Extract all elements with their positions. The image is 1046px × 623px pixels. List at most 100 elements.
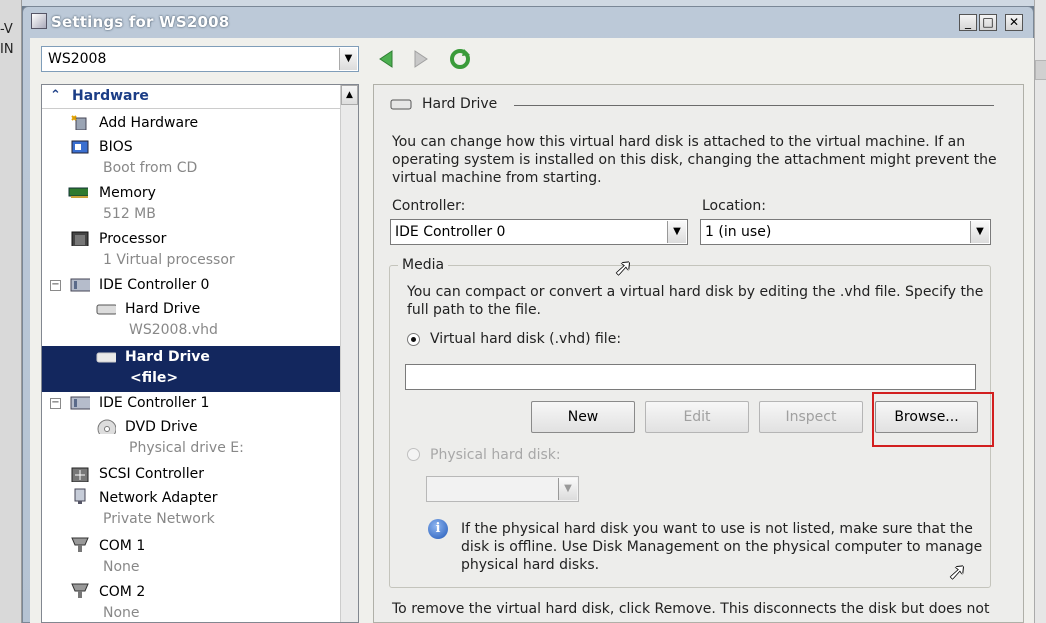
tree-item-scsi-controller[interactable]: SCSI Controller [42, 463, 340, 487]
edit-button[interactable]: Edit [645, 401, 749, 433]
panel-header: Hard Drive [386, 95, 1006, 115]
chevron-down-icon[interactable]: ▼ [558, 478, 577, 500]
close-button[interactable]: ✕ [1005, 14, 1023, 31]
remove-description: To remove the virtual hard disk, click R… [392, 601, 990, 617]
panel-title: Hard Drive [422, 96, 498, 112]
tree-item-label: SCSI Controller [99, 466, 204, 482]
collapse-icon[interactable]: − [50, 398, 61, 409]
description-line: You can change how this virtual hard dis… [392, 134, 966, 150]
chevron-down-icon[interactable]: ▼ [339, 48, 357, 70]
hard-drive-icon [96, 304, 116, 315]
hardware-tree[interactable]: ⌃ Hardware Add Hardware BIOS Boot from C… [41, 84, 359, 623]
description-line: operating system is installed on this di… [392, 152, 997, 168]
refresh-icon[interactable] [448, 47, 472, 71]
controller-value: IDE Controller 0 [395, 224, 506, 240]
browse-highlight [872, 392, 994, 447]
controller-select[interactable]: IDE Controller 0 ▼ [390, 219, 688, 245]
outer-left-strip: -V IN [0, 0, 22, 623]
tree-item-ide-controller-1[interactable]: − IDE Controller 1 [42, 392, 340, 416]
outer-scroll-thumb[interactable] [1035, 60, 1046, 80]
mouse-cursor-icon: ➚ [948, 560, 967, 585]
tree-item-sublabel: <file> [130, 370, 179, 386]
tree-item-sublabel: None [103, 605, 140, 621]
outer-right-strip [1034, 0, 1046, 623]
hardware-section-title: Hardware [72, 88, 149, 104]
tree-item-network-adapter[interactable]: Network Adapter Private Network [42, 487, 340, 533]
hardware-section-header[interactable]: ⌃ Hardware [42, 85, 340, 109]
physical-disk-radio[interactable] [407, 448, 420, 461]
maximize-button[interactable]: □ [979, 14, 997, 31]
location-label: Location: [702, 198, 766, 214]
tree-scrollbar[interactable]: ▲ [340, 85, 358, 622]
dvd-icon [97, 419, 116, 434]
settings-icon [31, 13, 47, 29]
chevron-down-icon[interactable]: ▼ [970, 221, 989, 243]
chevron-down-icon[interactable]: ▼ [667, 221, 686, 243]
minimize-button[interactable]: _ [959, 14, 977, 31]
vm-selector[interactable]: WS2008 ▼ [41, 46, 359, 72]
location-select[interactable]: 1 (in use) ▼ [700, 219, 991, 245]
vhd-radio[interactable] [407, 333, 420, 346]
collapse-icon[interactable]: ⌃ [50, 88, 61, 103]
tree-item-sublabel: 1 Virtual processor [103, 252, 235, 268]
info-text-line: disk is offline. Use Disk Management on … [461, 539, 983, 555]
tree-item-sublabel: Private Network [103, 511, 215, 527]
tree-item-hard-drive-selected[interactable]: Hard Drive <file> [42, 346, 340, 392]
tree-item-label: BIOS [99, 139, 133, 155]
tree-item-bios[interactable]: BIOS Boot from CD [42, 136, 340, 182]
vhd-path-input[interactable] [405, 364, 976, 390]
media-description-line: full path to the file. [407, 302, 542, 318]
title-bar[interactable]: Settings for WS2008 _ □ ✕ [23, 7, 1033, 37]
description-line: virtual machine from starting. [392, 170, 602, 186]
tree-item-label: Hard Drive [125, 349, 210, 365]
controller-label: Controller: [392, 198, 466, 214]
memory-icon [68, 187, 88, 198]
tree-item-label: Hard Drive [125, 301, 201, 317]
collapse-icon[interactable]: − [50, 280, 61, 291]
tree-item-add-hardware[interactable]: Add Hardware [42, 112, 340, 136]
com-port-icon [71, 537, 89, 552]
tree-item-label: Add Hardware [99, 115, 199, 131]
tree-item-com-2[interactable]: COM 2 None [42, 581, 340, 622]
window-title: Settings for WS2008 [51, 13, 230, 31]
tree-item-label: IDE Controller 1 [99, 395, 210, 411]
new-button[interactable]: New [531, 401, 635, 433]
tree-item-processor[interactable]: Processor 1 Virtual processor [42, 228, 340, 274]
tree-item-sublabel: Physical drive E: [129, 440, 244, 456]
tree-item-label: COM 2 [99, 584, 146, 600]
location-value: 1 (in use) [705, 224, 772, 240]
tree-item-sublabel: 512 MB [103, 206, 156, 222]
hard-drive-settings-panel: Hard Drive You can change how this virtu… [373, 84, 1024, 623]
tree-item-sublabel: WS2008.vhd [129, 322, 218, 338]
bios-icon [71, 140, 89, 154]
forward-arrow-icon[interactable] [413, 49, 429, 69]
network-adapter-icon [74, 488, 86, 504]
tree-item-memory[interactable]: Memory 512 MB [42, 182, 340, 228]
physical-disk-select[interactable]: ▼ [426, 476, 579, 502]
hard-drive-icon [390, 99, 412, 110]
media-legend: Media [398, 257, 449, 273]
outer-label: IN [0, 42, 14, 57]
vm-selector-value: WS2008 [48, 51, 107, 67]
back-arrow-icon[interactable] [378, 49, 394, 69]
scsi-controller-icon [71, 467, 89, 482]
tree-item-ide-controller-0[interactable]: − IDE Controller 0 [42, 274, 340, 298]
info-text-line: physical hard disks. [461, 557, 600, 573]
header-divider [514, 105, 994, 106]
tree-item-dvd-drive[interactable]: DVD Drive Physical drive E: [42, 416, 340, 462]
tree-item-label: IDE Controller 0 [99, 277, 210, 293]
inspect-button[interactable]: Inspect [759, 401, 863, 433]
add-hardware-icon [71, 115, 87, 130]
info-text-line: If the physical hard disk you want to us… [461, 521, 973, 537]
tree-item-label: Processor [99, 231, 167, 247]
outer-label: -V [0, 22, 13, 37]
scroll-up-icon[interactable]: ▲ [341, 85, 358, 105]
tree-item-label: Network Adapter [99, 490, 218, 506]
ide-controller-icon [70, 278, 90, 292]
tree-item-hard-drive[interactable]: Hard Drive WS2008.vhd [42, 298, 340, 344]
hard-drive-icon [96, 352, 116, 363]
tree-item-com-1[interactable]: COM 1 None [42, 535, 340, 581]
physical-disk-label: Physical hard disk: [430, 447, 561, 463]
mouse-cursor-icon: ➚ [614, 256, 633, 281]
com-port-icon [71, 583, 89, 598]
